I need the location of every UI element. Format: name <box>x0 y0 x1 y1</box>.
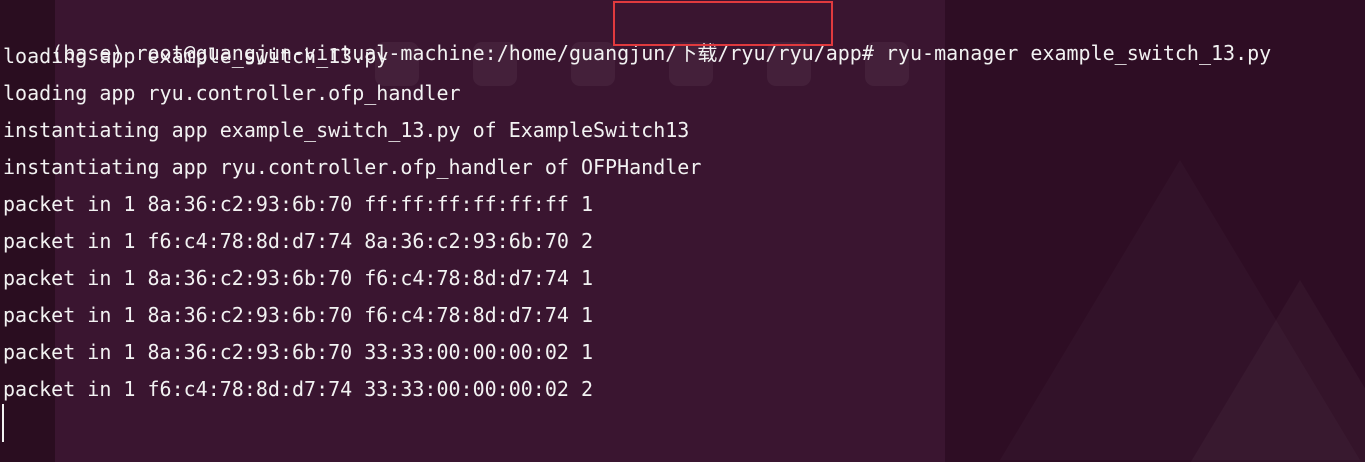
output-line: packet in 1 f6:c4:78:8d:d7:74 33:33:00:0… <box>3 377 594 401</box>
output-line: instantiating app ryu.controller.ofp_han… <box>3 155 702 179</box>
prompt-command: ryu-manager example_switch_13.py <box>873 41 1272 65</box>
output-line: instantiating app example_switch_13.py o… <box>3 118 690 142</box>
output-line: packet in 1 8a:36:c2:93:6b:70 ff:ff:ff:f… <box>3 192 594 216</box>
terminal-window[interactable]: (base) root@guangjun-virtual-machine:/ho… <box>0 0 1365 462</box>
output-line: packet in 1 8a:36:c2:93:6b:70 33:33:00:0… <box>3 340 594 364</box>
output-line: packet in 1 8a:36:c2:93:6b:70 f6:c4:78:8… <box>3 303 594 327</box>
path-highlight-box <box>613 1 833 46</box>
output-line: loading app ryu.controller.ofp_handler <box>3 81 461 105</box>
output-line: packet in 1 8a:36:c2:93:6b:70 f6:c4:78:8… <box>3 266 594 290</box>
output-line: loading app example_switch_13.py <box>3 44 389 68</box>
output-line: packet in 1 f6:c4:78:8d:d7:74 8a:36:c2:9… <box>3 229 594 253</box>
text-cursor <box>2 404 4 442</box>
